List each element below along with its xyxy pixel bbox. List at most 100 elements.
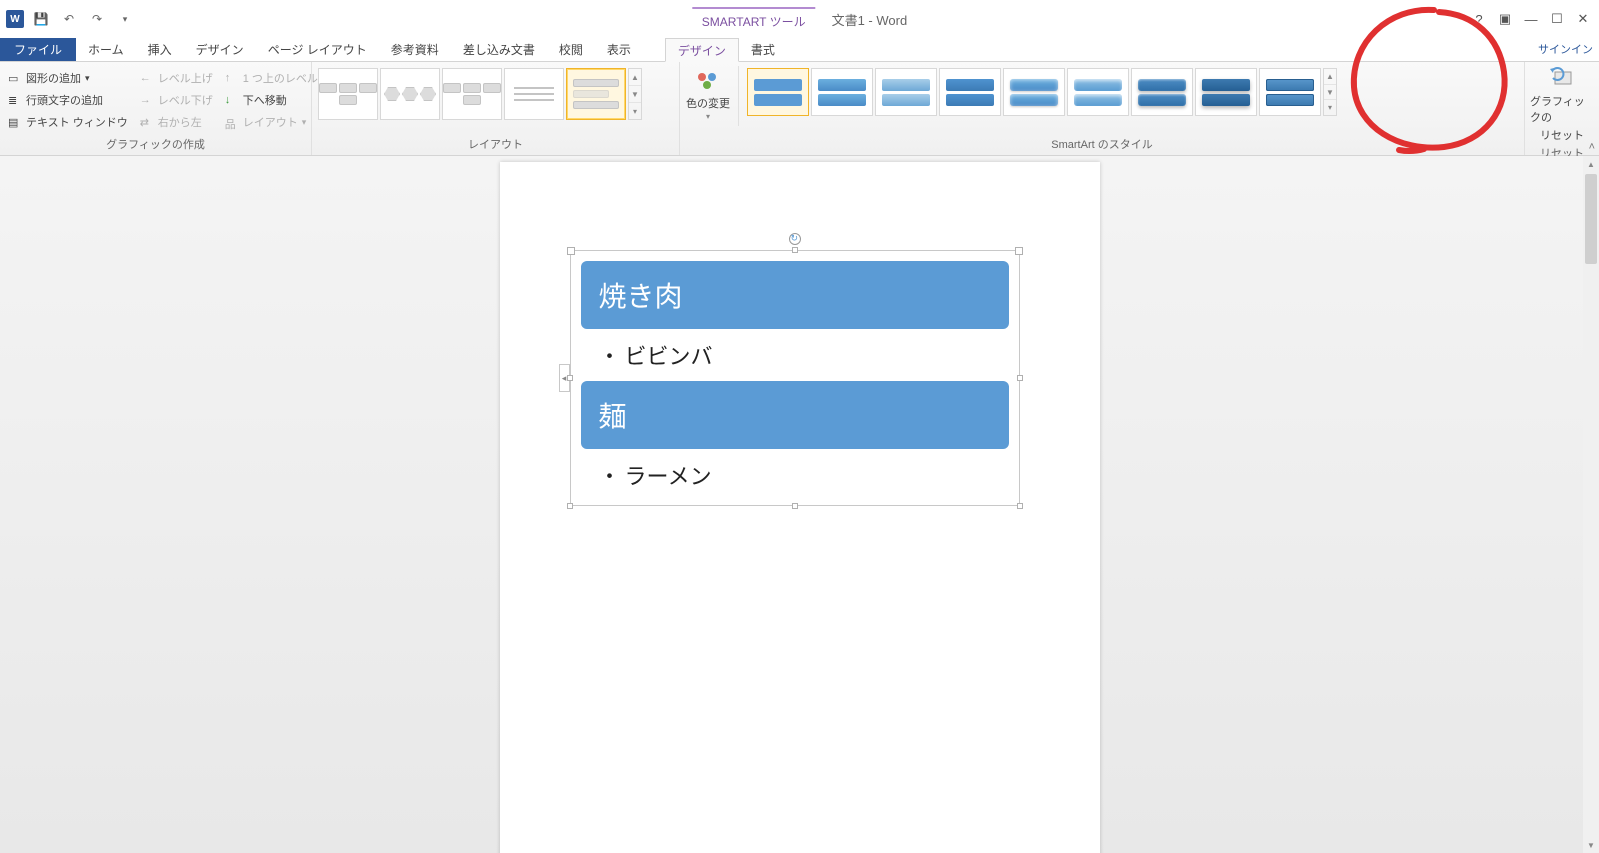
group-layouts-label: レイアウト — [316, 134, 675, 155]
style-thumb-9[interactable] — [1259, 68, 1321, 116]
text-pane-label: テキスト ウィンドウ — [26, 114, 128, 130]
resize-handle[interactable] — [792, 503, 798, 509]
tab-file[interactable]: ファイル — [0, 38, 76, 61]
ribbon-tabs: ファイル ホーム 挿入 デザイン ページ レイアウト 参考資料 差し込み文書 校… — [0, 38, 1599, 62]
style-thumb-1[interactable] — [747, 68, 809, 116]
scroll-thumb[interactable] — [1585, 174, 1597, 264]
style-thumb-5[interactable] — [1003, 68, 1065, 116]
right-to-left-button[interactable]: ⇄ 右から左 — [136, 112, 217, 132]
style-thumb-2[interactable] — [811, 68, 873, 116]
style-scroll-up-icon[interactable]: ▲ — [1324, 69, 1336, 85]
smartart-bullet-1[interactable]: ビビンバ — [581, 335, 1009, 375]
smartart-header-2[interactable]: 麺 — [581, 381, 1009, 449]
tab-view[interactable]: 表示 — [595, 38, 643, 61]
window-controls: ? ▣ — ☐ ✕ — [1467, 0, 1595, 38]
style-thumb-7[interactable] — [1131, 68, 1193, 116]
tab-smartart-design[interactable]: デザイン — [665, 38, 739, 62]
redo-icon[interactable]: ↷ — [86, 8, 108, 30]
layout-scroll-down-icon[interactable]: ▼ — [629, 86, 641, 103]
title-center: SMARTART ツール 文書1 - Word — [692, 0, 907, 38]
layout-scroll-more-icon[interactable]: ▾ — [629, 103, 641, 119]
tab-references[interactable]: 参考資料 — [379, 38, 451, 61]
layout-thumb-2[interactable] — [380, 68, 440, 120]
change-colors-label: 色の変更 — [686, 98, 730, 110]
smartart-tools-label: SMARTART ツール — [692, 7, 816, 32]
qat-customize-icon[interactable]: ▾ — [114, 8, 136, 30]
smartart-header-1[interactable]: 焼き肉 — [581, 261, 1009, 329]
style-scroll-down-icon[interactable]: ▼ — [1324, 85, 1336, 101]
resize-handle[interactable] — [567, 503, 573, 509]
tab-review[interactable]: 校閲 — [547, 38, 595, 61]
document-page[interactable]: ◂ 焼き肉 ビビンバ 麺 ラーメン — [500, 162, 1100, 853]
level-up-label: レベル上げ — [158, 70, 213, 86]
word-app-icon[interactable]: W — [6, 10, 24, 28]
resize-handle[interactable] — [792, 247, 798, 253]
document-title: 文書1 - Word — [832, 10, 908, 29]
style-scroll-more-icon[interactable]: ▾ — [1324, 100, 1336, 115]
minimize-icon[interactable]: — — [1519, 7, 1543, 31]
title-bar: W 💾 ↶ ↷ ▾ SMARTART ツール 文書1 - Word ? ▣ — … — [0, 0, 1599, 38]
tab-smartart-format[interactable]: 書式 — [739, 38, 787, 61]
move-down-label: 下へ移動 — [243, 92, 287, 108]
group-create-graphic: ▭図形の追加 ▾ ≣行頭文字の追加 ▤ テキスト ウィンドウ ←レベル上げ → レベ… — [0, 62, 312, 155]
layout-thumb-3[interactable] — [442, 68, 502, 120]
add-bullet-button[interactable]: ≣行頭文字の追加 — [4, 90, 132, 110]
sign-in-link[interactable]: サインイン — [1538, 41, 1593, 57]
level-down-button[interactable]: → レベル下げ — [136, 90, 217, 110]
smartart-frame[interactable]: ◂ 焼き肉 ビビンバ 麺 ラーメン — [570, 250, 1020, 506]
tab-insert[interactable]: 挿入 — [136, 38, 184, 61]
add-bullet-icon: ≣ — [8, 94, 22, 106]
close-icon[interactable]: ✕ — [1571, 7, 1595, 31]
layout-thumb-4[interactable] — [504, 68, 564, 120]
add-shape-icon: ▭ — [8, 72, 22, 84]
ribbon-options-icon[interactable]: ▣ — [1493, 7, 1517, 31]
tab-home[interactable]: ホーム — [76, 38, 136, 61]
level-down-label: レベル下げ — [158, 92, 213, 108]
ribbon: ▭図形の追加 ▾ ≣行頭文字の追加 ▤ テキスト ウィンドウ ←レベル上げ → レベ… — [0, 62, 1599, 156]
undo-icon[interactable]: ↶ — [58, 8, 80, 30]
layout-scroll: ▲ ▼ ▾ — [628, 68, 642, 120]
resize-handle[interactable] — [1017, 503, 1023, 509]
text-pane-icon: ▤ — [8, 116, 22, 128]
tab-pagelayout[interactable]: ページ レイアウト — [256, 38, 379, 61]
quick-access-toolbar: W 💾 ↶ ↷ ▾ — [0, 0, 136, 38]
help-icon[interactable]: ? — [1467, 7, 1491, 31]
arrow-up-icon: ↑ — [225, 72, 239, 84]
style-thumb-8[interactable] — [1195, 68, 1257, 116]
layout-menu-label: レイアウト — [243, 114, 298, 130]
style-gallery: ▲ ▼ ▾ — [745, 66, 1339, 118]
tab-design[interactable]: デザイン — [184, 38, 256, 61]
right-to-left-label: 右から左 — [158, 114, 202, 130]
resize-handle[interactable] — [1017, 375, 1023, 381]
document-area: ◂ 焼き肉 ビビンバ 麺 ラーメン ▲ ▼ — [0, 156, 1599, 853]
layout-icon: 品 — [225, 116, 239, 128]
style-thumb-4[interactable] — [939, 68, 1001, 116]
resize-handle[interactable] — [567, 375, 573, 381]
layout-scroll-up-icon[interactable]: ▲ — [629, 69, 641, 86]
scroll-up-icon[interactable]: ▲ — [1583, 156, 1599, 172]
tab-mailings[interactable]: 差し込み文書 — [451, 38, 547, 61]
collapse-ribbon-icon[interactable]: ˄ — [1589, 141, 1595, 153]
arrow-right-icon: → — [140, 94, 154, 106]
style-thumb-6[interactable] — [1067, 68, 1129, 116]
layout-thumb-1[interactable] — [318, 68, 378, 120]
layout-gallery: ▲ ▼ ▾ — [316, 66, 644, 122]
style-thumb-3[interactable] — [875, 68, 937, 116]
add-shape-button[interactable]: ▭図形の追加 ▾ — [4, 68, 132, 88]
text-pane-button[interactable]: ▤ テキスト ウィンドウ — [4, 112, 132, 132]
level-up-button[interactable]: ←レベル上げ — [136, 68, 217, 88]
reset-graphic-button[interactable]: グラフィックの リセット — [1530, 66, 1594, 143]
smartart-content: 焼き肉 ビビンバ 麺 ラーメン — [571, 251, 1019, 505]
group-create-label: グラフィックの作成 — [4, 134, 307, 155]
rtl-icon: ⇄ — [140, 116, 154, 128]
maximize-icon[interactable]: ☐ — [1545, 7, 1569, 31]
rotate-handle-icon[interactable] — [789, 233, 801, 245]
style-scroll: ▲ ▼ ▾ — [1323, 68, 1337, 116]
color-change-icon — [696, 71, 720, 96]
scroll-down-icon[interactable]: ▼ — [1583, 837, 1599, 853]
save-icon[interactable]: 💾 — [30, 8, 52, 30]
smartart-bullet-2[interactable]: ラーメン — [581, 455, 1009, 495]
vertical-scrollbar[interactable]: ▲ ▼ — [1583, 156, 1599, 853]
change-colors-button[interactable]: 色の変更 ▾ — [684, 66, 732, 126]
layout-thumb-5[interactable] — [566, 68, 626, 120]
